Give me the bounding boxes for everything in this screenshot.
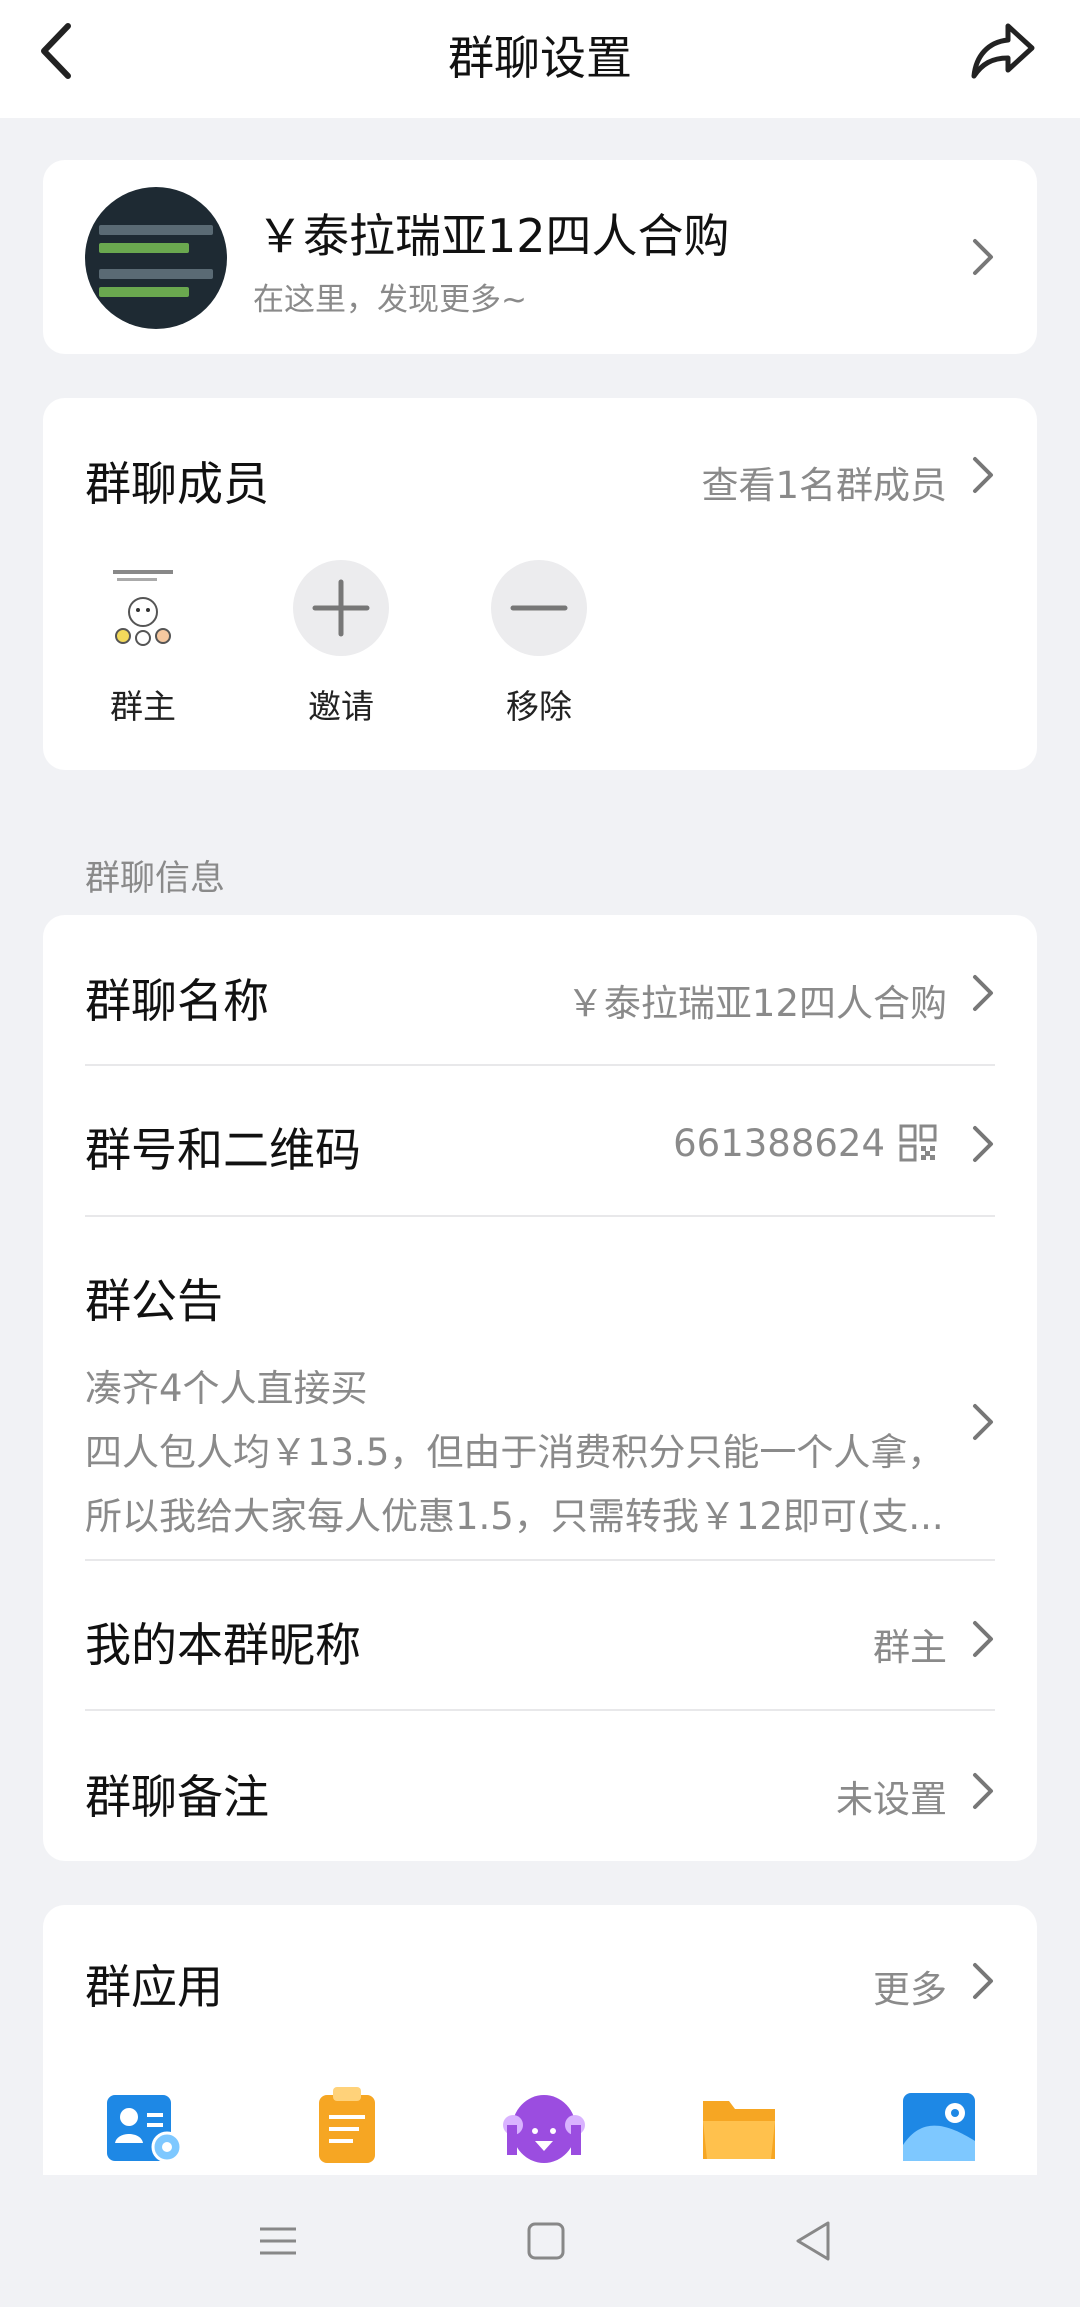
chevron-right-icon [971, 237, 995, 277]
divider [85, 1709, 995, 1711]
folder-icon[interactable] [699, 2085, 779, 2165]
share-icon [971, 23, 1035, 79]
album-icon[interactable] [899, 2085, 979, 2165]
row-title: 我的本群昵称 [85, 1618, 361, 1672]
back-triangle-icon[interactable] [784, 2211, 844, 2271]
chevron-right-icon [971, 973, 995, 1013]
remove-circle [491, 560, 587, 656]
top-bar: 群聊设置 [0, 0, 1080, 118]
plus-icon [312, 579, 370, 637]
invite-member-button[interactable]: 邀请 [293, 560, 389, 728]
chevron-right-icon [971, 1124, 995, 1164]
avatar-decoration [99, 225, 213, 235]
remove-member-button[interactable]: 移除 [491, 560, 587, 728]
notice-line: 所以我给大家每人优惠1.5，只需转我￥12即可(支... [85, 1495, 944, 1538]
section-label-group-info: 群聊信息 [85, 859, 226, 899]
sticker-avatar-icon [113, 570, 173, 646]
group-number-row[interactable]: 群号和二维码 661388624 [85, 1114, 995, 1177]
qr-code-icon [899, 1124, 937, 1162]
notice-line: 四人包人均￥13.5，但由于消费积分只能一个人拿， [85, 1431, 945, 1474]
row-value: 群主 [873, 1626, 947, 1669]
row-value: 未设置 [836, 1778, 947, 1821]
clipboard-icon[interactable] [307, 2085, 387, 2165]
notice-line: 凑齐4个人直接买 [85, 1367, 368, 1410]
chevron-right-icon [971, 1961, 995, 2001]
group-remark-row[interactable]: 群聊备注 未设置 [85, 1761, 995, 1824]
home-icon[interactable] [516, 2211, 576, 2271]
invite-label: 邀请 [308, 687, 374, 726]
group-apps-row[interactable]: 群应用 更多 [85, 1951, 995, 2014]
group-members-card: 群聊成员 查看1名群成员 群主 邀请 移除 [43, 398, 1037, 770]
group-info-card: 群聊名称 ￥泰拉瑞亚12四人合购 群号和二维码 661388624 群公告 凑齐… [43, 915, 1037, 1861]
row-title: 群应用 [85, 1960, 223, 2014]
divider [85, 1064, 995, 1066]
page-title: 群聊设置 [448, 31, 632, 85]
avatar-decoration [99, 269, 213, 279]
chevron-right-icon [971, 455, 995, 495]
remove-label: 移除 [506, 687, 572, 726]
row-title: 群聊备注 [85, 1770, 269, 1824]
member-owner[interactable]: 群主 [95, 560, 191, 728]
member-settings-icon[interactable] [105, 2085, 185, 2165]
group-subtitle: 在这里，发现更多~ [253, 282, 527, 318]
member-label: 群主 [110, 687, 176, 726]
avatar-decoration [99, 243, 189, 253]
group-name: ￥泰拉瑞亚12四人合购 [257, 209, 730, 263]
invite-circle [293, 560, 389, 656]
chevron-right-icon [971, 1771, 995, 1811]
row-value: ￥泰拉瑞亚12四人合购 [566, 982, 947, 1025]
my-nickname-row[interactable]: 我的本群昵称 群主 [85, 1609, 995, 1672]
menu-icon[interactable] [248, 2211, 308, 2271]
share-button[interactable] [968, 18, 1038, 84]
group-name-row[interactable]: 群聊名称 ￥泰拉瑞亚12四人合购 [85, 965, 995, 1028]
group-profile-card[interactable]: ￥泰拉瑞亚12四人合购 在这里，发现更多~ [43, 160, 1037, 354]
row-title: 群公告 [85, 1274, 223, 1328]
more-apps-link: 更多 [873, 1968, 947, 2011]
group-avatar [85, 187, 227, 329]
group-number: 661388624 [673, 1122, 885, 1165]
purple-pet-icon[interactable] [499, 2085, 589, 2165]
view-members-link[interactable]: 查看1名群成员 [701, 455, 947, 509]
group-notice-row[interactable]: 群公告 凑齐4个人直接买 四人包人均￥13.5，但由于消费积分只能一个人拿， 所… [43, 1265, 1037, 1555]
members-title: 群聊成员 [85, 457, 269, 511]
group-apps-card: 群应用 更多 [43, 1905, 1037, 2175]
row-title: 群聊名称 [85, 974, 269, 1028]
chevron-right-icon [971, 1619, 995, 1659]
owner-avatar [95, 560, 191, 656]
system-nav-bar [0, 2175, 1080, 2307]
chevron-right-icon [971, 1402, 995, 1442]
avatar-decoration [99, 287, 189, 297]
divider [85, 1215, 995, 1217]
minus-icon [510, 605, 568, 611]
divider [85, 1559, 995, 1561]
row-title: 群号和二维码 [85, 1123, 361, 1177]
